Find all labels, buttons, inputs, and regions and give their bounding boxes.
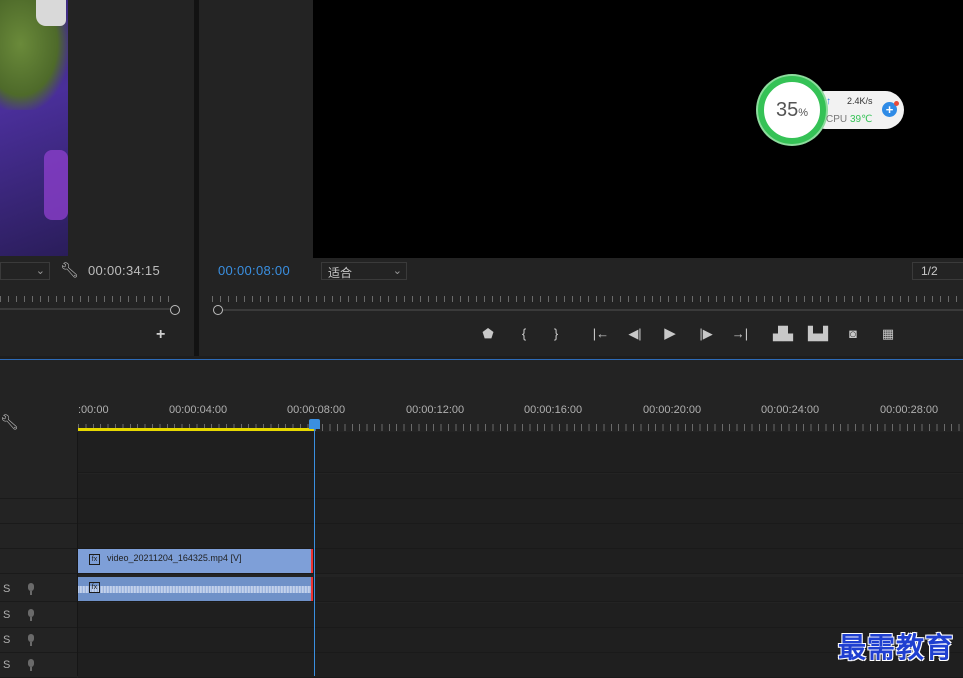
- audio-track-a2[interactable]: [78, 603, 963, 628]
- chevron-down-icon: ⌄: [35, 265, 45, 277]
- network-speed: 2.4K/s: [847, 96, 873, 106]
- wrench-icon[interactable]: 🔧︎: [0, 413, 19, 431]
- upload-arrow-icon: ↑: [826, 96, 831, 107]
- program-zoom-select[interactable]: 适合 ⌄: [321, 262, 407, 280]
- lift-icon[interactable]: ▟▙: [773, 325, 793, 343]
- microphone-icon[interactable]: [27, 583, 35, 595]
- cpu-usage-percent: 35%: [764, 99, 820, 122]
- track-header-v2[interactable]: [0, 499, 77, 524]
- clip-end-marker[interactable]: [311, 549, 313, 573]
- mark-out-icon[interactable]: }: [546, 325, 566, 343]
- track-header-a4[interactable]: S: [0, 653, 77, 678]
- cpu-usage-ring: 35%: [758, 76, 826, 144]
- source-time-ruler[interactable]: [0, 296, 176, 302]
- track-header-v3[interactable]: [0, 474, 77, 499]
- track-header-v1[interactable]: [0, 549, 77, 574]
- track-header-a1[interactable]: S: [0, 577, 77, 602]
- ruler-label: 00:00:28:00: [880, 404, 939, 416]
- go-to-out-icon[interactable]: →|: [730, 325, 750, 343]
- cpu-monitor-widget[interactable]: 35% ↑ 2.4K/s CPU 39℃ +: [758, 76, 908, 144]
- source-playhead-handle[interactable]: [170, 305, 180, 315]
- video-graphic-region: [44, 150, 68, 220]
- program-scrub-bar[interactable]: [222, 309, 963, 311]
- microphone-icon[interactable]: [27, 609, 35, 621]
- source-duration-timecode: 00:00:34:15: [88, 263, 160, 278]
- video-track-v3[interactable]: [78, 474, 963, 499]
- timeline-playhead-line[interactable]: [314, 429, 315, 676]
- source-zoom-dropdown[interactable]: ⌄: [0, 262, 50, 280]
- ruler-label: 00:00:16:00: [524, 404, 583, 416]
- ruler-label: 00:00:24:00: [761, 404, 820, 416]
- mark-in-icon[interactable]: {: [514, 325, 534, 343]
- program-time-ruler[interactable]: [212, 296, 963, 302]
- clip-end-marker[interactable]: [311, 577, 313, 601]
- resolution-value: 1/2: [921, 264, 938, 278]
- video-track-v1-upper[interactable]: [78, 524, 963, 549]
- video-clip-name: video_20211204_164325.mp4 [V]: [107, 553, 242, 563]
- audio-track-a3[interactable]: [78, 628, 963, 653]
- track-header-a2[interactable]: S: [0, 603, 77, 628]
- notification-dot: [894, 101, 899, 106]
- ruler-label: 00:00:04:00: [169, 404, 228, 416]
- microphone-icon[interactable]: [27, 659, 35, 671]
- play-icon[interactable]: ▶: [660, 325, 680, 343]
- track-header-v1-upper[interactable]: [0, 524, 77, 549]
- go-to-in-icon[interactable]: |←: [591, 325, 611, 343]
- cpu-temperature: 39℃: [850, 114, 873, 125]
- audio-track-a4[interactable]: [78, 653, 963, 678]
- video-clip[interactable]: fx video_20211204_164325.mp4 [V]: [78, 549, 313, 573]
- source-scrub-bar[interactable]: [0, 308, 170, 310]
- chevron-down-icon: ⌄: [392, 265, 402, 277]
- audio-clip[interactable]: fx: [78, 577, 313, 601]
- export-frame-icon[interactable]: ◙: [843, 325, 863, 343]
- wrench-icon[interactable]: 🔧︎: [60, 261, 79, 279]
- microphone-icon[interactable]: [27, 634, 35, 646]
- audio-waveform: [78, 586, 313, 593]
- ruler-label: 00:00:20:00: [643, 404, 702, 416]
- cpu-percent-value: 35: [775, 99, 799, 121]
- watermark-logo: 最需教育: [838, 631, 955, 664]
- solo-button[interactable]: S: [3, 609, 10, 621]
- work-area-bar[interactable]: [78, 428, 315, 431]
- ruler-label: 00:00:12:00: [406, 404, 465, 416]
- step-back-icon[interactable]: ◀|: [625, 325, 645, 343]
- timeline-empty-area[interactable]: [78, 432, 963, 473]
- comparison-view-icon[interactable]: ▦: [878, 325, 898, 343]
- video-helmet-region: [36, 0, 66, 26]
- video-track-v2[interactable]: [78, 499, 963, 524]
- solo-button[interactable]: S: [3, 634, 10, 646]
- playback-resolution-select[interactable]: 1/2: [912, 262, 963, 280]
- program-current-timecode[interactable]: 00:00:08:00: [218, 263, 290, 278]
- fx-badge-icon[interactable]: fx: [89, 582, 100, 593]
- source-video-frame: [0, 0, 68, 256]
- ruler-label: 00:00:08:00: [287, 404, 346, 416]
- solo-button[interactable]: S: [3, 659, 10, 671]
- marker-icon[interactable]: ⬟: [478, 325, 498, 343]
- extract-icon[interactable]: ▙▟: [808, 325, 828, 343]
- fx-badge-icon[interactable]: fx: [89, 554, 100, 565]
- cpu-percent-sign: %: [798, 107, 809, 119]
- timeline-playhead-handle[interactable]: [309, 419, 320, 429]
- add-button-icon[interactable]: +: [156, 326, 165, 344]
- ruler-label: :00:00: [78, 404, 109, 416]
- zoom-value: 适合: [328, 266, 353, 280]
- cpu-label: CPU: [826, 114, 848, 125]
- solo-button[interactable]: S: [3, 583, 10, 595]
- program-playhead-handle[interactable]: [213, 305, 223, 315]
- track-header-a3[interactable]: S: [0, 628, 77, 653]
- step-forward-icon[interactable]: |▶: [696, 325, 716, 343]
